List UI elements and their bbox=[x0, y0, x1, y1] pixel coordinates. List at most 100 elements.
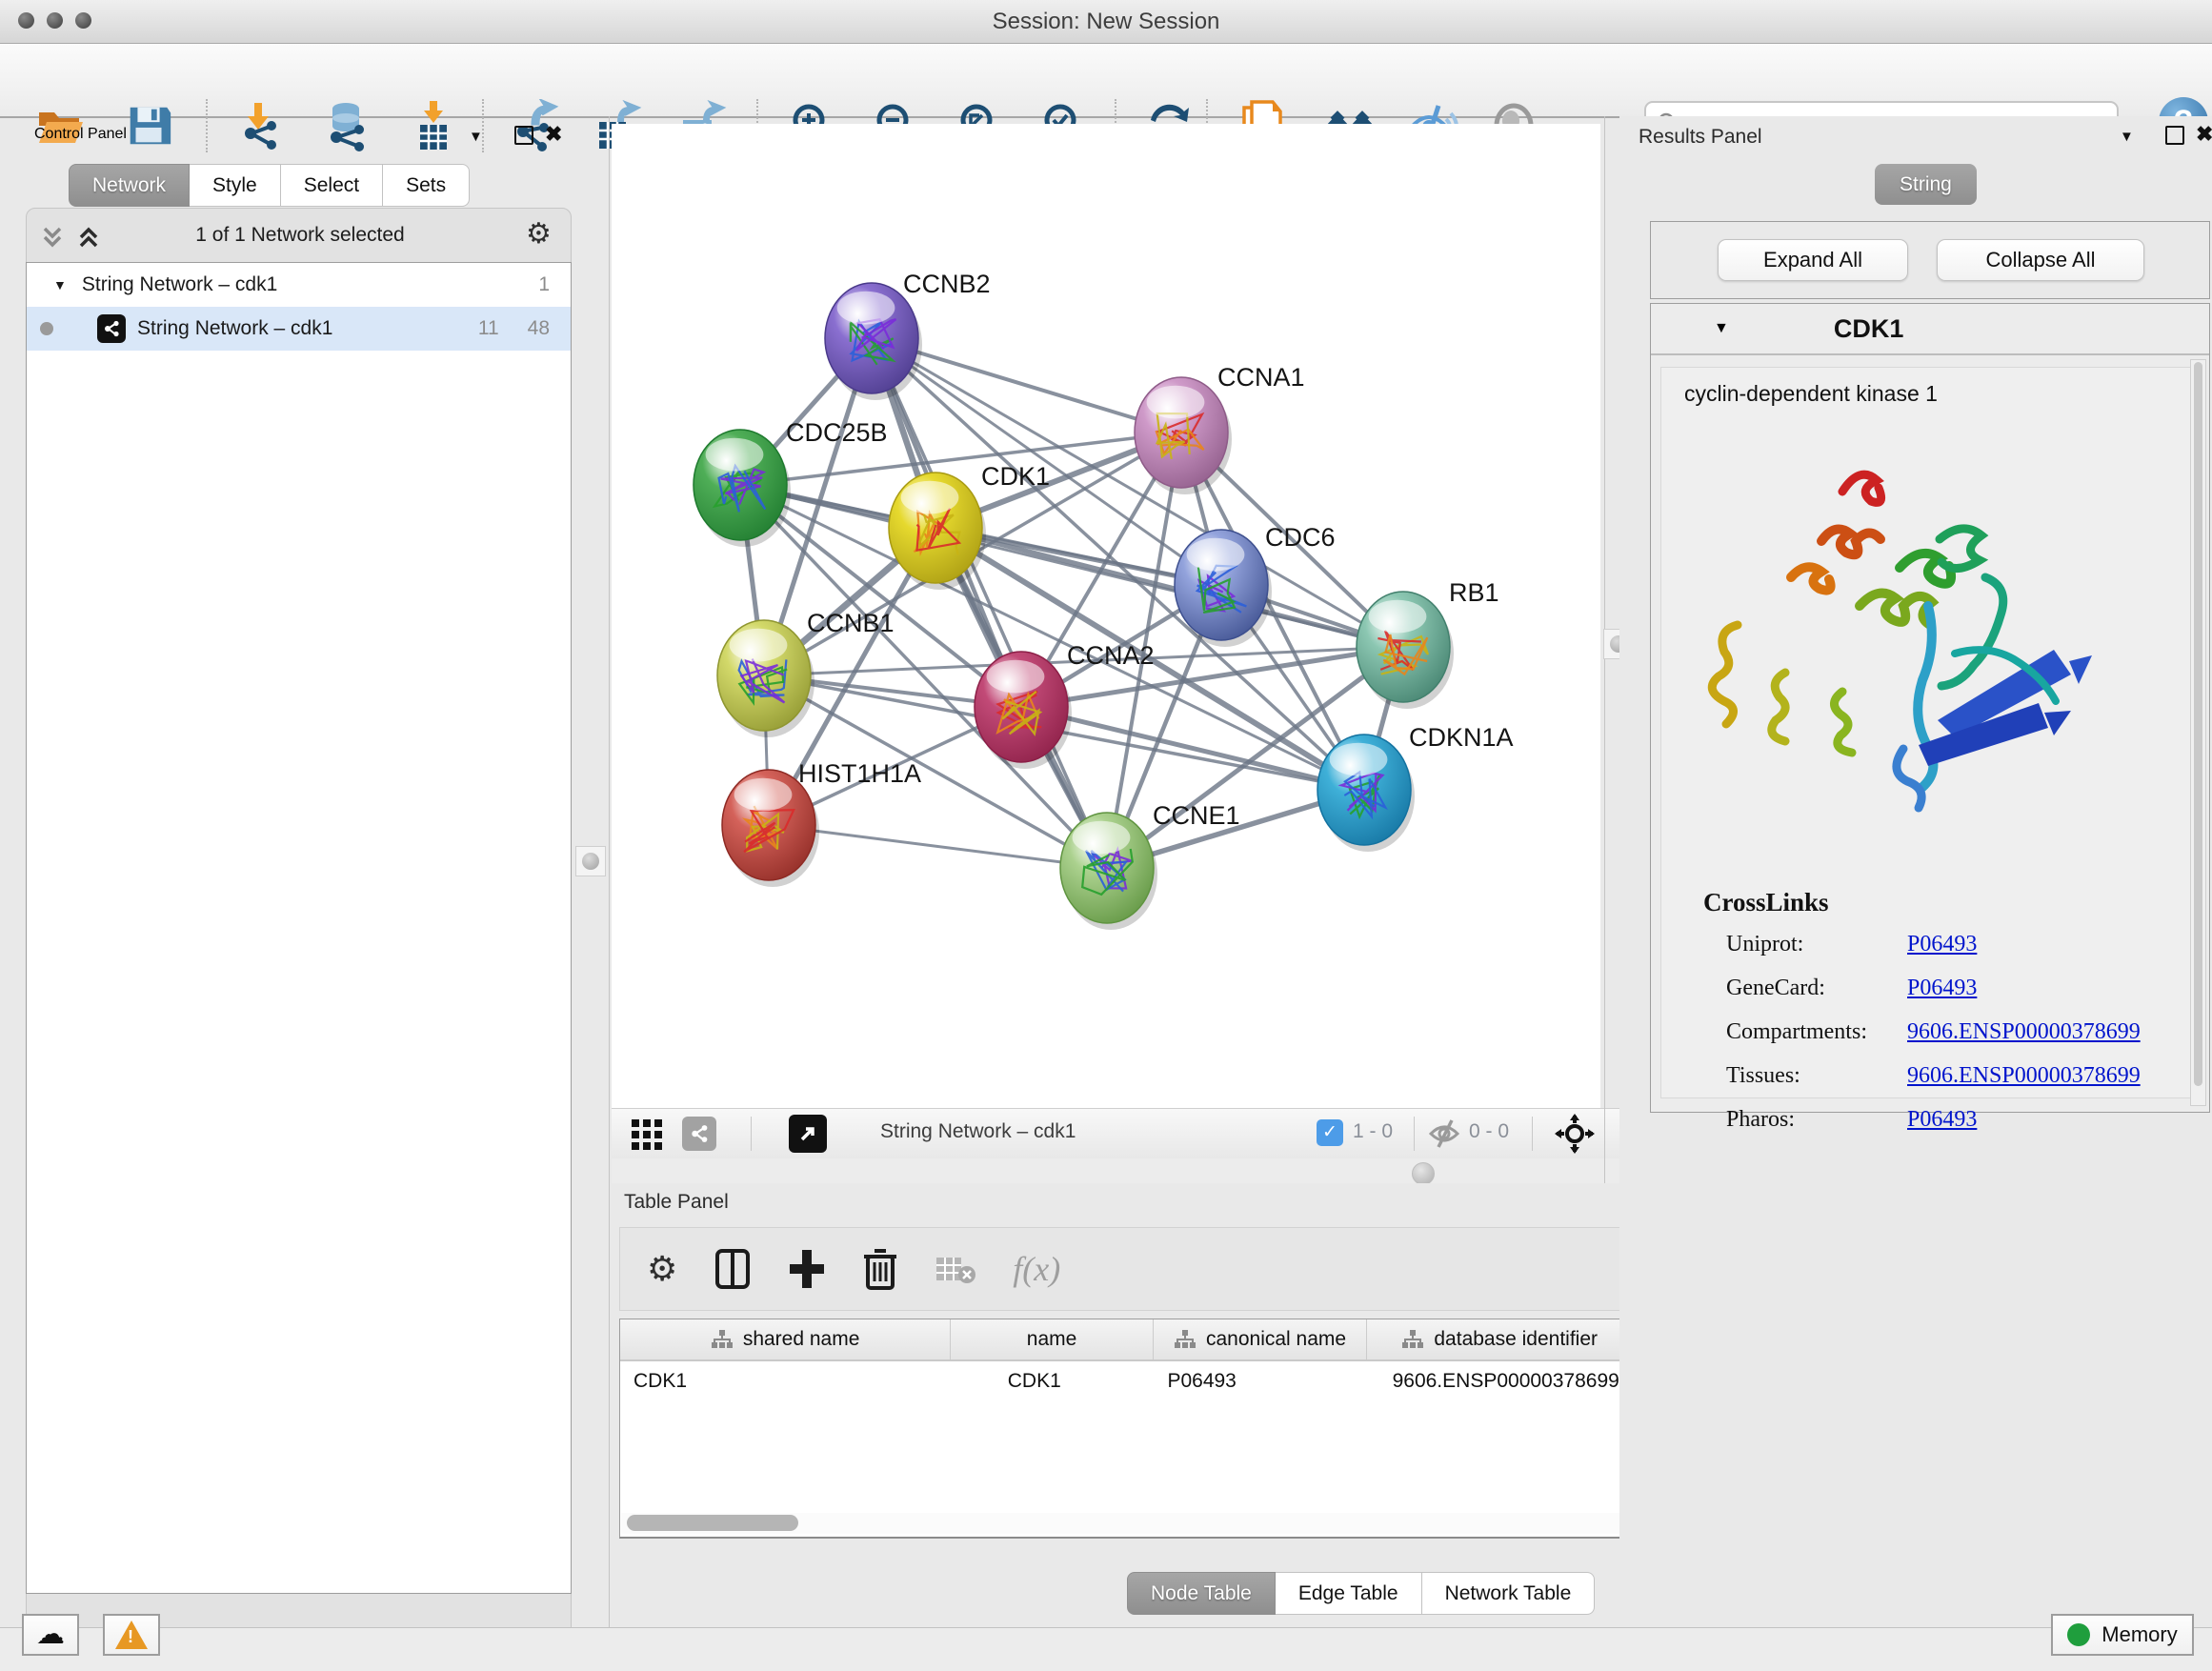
gene-expander-icon[interactable]: ▼ bbox=[1714, 320, 1729, 337]
main-toolbar: ? bbox=[0, 44, 2212, 118]
crosslink-label-pharos: Pharos: bbox=[1726, 1107, 1795, 1133]
fit-content-crosshair-icon[interactable] bbox=[1555, 1114, 1595, 1158]
expand-collapse-box: Expand All Collapse All bbox=[1650, 221, 2210, 299]
control-panel-collapse-icon[interactable]: ▼ bbox=[469, 129, 483, 145]
network-row-label: String Network – cdk1 bbox=[137, 317, 332, 340]
tree-expander-icon[interactable]: ▼ bbox=[53, 277, 67, 292]
title-bar: Session: New Session bbox=[0, 0, 2212, 44]
crosslink-label-genecard: GeneCard: bbox=[1726, 976, 1825, 1001]
cloud-status-button[interactable]: ☁ bbox=[22, 1614, 79, 1656]
open-in-browser-button[interactable] bbox=[789, 1115, 827, 1153]
network-node-CCNE1[interactable]: CCNE1 bbox=[1060, 801, 1240, 930]
delete-column-trash-icon[interactable] bbox=[862, 1247, 898, 1291]
string-network-graph[interactable]: CCNB2 CCNA1 CDC25BCDK1 CDC6 RB1 CCNB1 CCNA2 CDK… bbox=[612, 124, 1600, 1108]
edge-count: 48 bbox=[528, 317, 550, 340]
memory-button[interactable]: Memory bbox=[2051, 1614, 2194, 1656]
column-header-shared-name[interactable]: shared name bbox=[620, 1319, 951, 1359]
network-node-RB1[interactable]: RB1 bbox=[1357, 578, 1499, 709]
network-node-CDC6[interactable]: CDC6 bbox=[1175, 523, 1336, 647]
tab-node-table[interactable]: Node Table bbox=[1127, 1572, 1276, 1615]
network-selection-summary: 1 of 1 Network selected bbox=[143, 224, 457, 247]
network-node-CDKN1A[interactable]: CDKN1A bbox=[1317, 723, 1514, 852]
tab-sets[interactable]: Sets bbox=[383, 164, 470, 207]
scrollbar-thumb[interactable] bbox=[2194, 362, 2202, 1086]
cell-canonical-name: P06493 bbox=[1154, 1361, 1367, 1401]
tab-network-table[interactable]: Network Table bbox=[1422, 1572, 1596, 1615]
network-canvas[interactable]: CCNB2 CCNA1 CDC25BCDK1 CDC6 RB1 CCNB1 CCNA2 CDK… bbox=[612, 124, 1600, 1108]
tab-network[interactable]: Network bbox=[69, 164, 190, 207]
network-row-selected[interactable]: String Network – cdk1 11 48 bbox=[27, 307, 571, 351]
results-panel-collapse-icon[interactable]: ▼ bbox=[2120, 129, 2134, 145]
left-splitter-handle[interactable] bbox=[575, 846, 606, 876]
memory-status-dot bbox=[2067, 1623, 2090, 1646]
network-panel-gear-icon[interactable]: ⚙ bbox=[526, 217, 552, 251]
column-header-name[interactable]: name bbox=[951, 1319, 1154, 1359]
hidden-node-edge-counts: 0 - 0 bbox=[1469, 1120, 1509, 1143]
network-collection-row[interactable]: ▼ String Network – cdk1 1 bbox=[27, 263, 571, 307]
birdseye-grid-icon[interactable] bbox=[631, 1118, 663, 1156]
results-vertical-scrollbar[interactable] bbox=[2190, 359, 2206, 1106]
warning-status-button[interactable]: ! bbox=[103, 1614, 160, 1656]
table-panel-title: Table Panel bbox=[624, 1191, 729, 1213]
tab-string[interactable]: String bbox=[1875, 164, 1977, 205]
results-panel-close-icon[interactable]: ✖ bbox=[2196, 122, 2212, 147]
cell-shared-name: CDK1 bbox=[620, 1361, 951, 1401]
crosslink-tissues-link[interactable]: 9606.ENSP00000378699 bbox=[1907, 1063, 2141, 1089]
expand-all-networks-icon[interactable] bbox=[74, 223, 103, 256]
control-panel-title: Control Panel bbox=[34, 126, 127, 143]
network-share-icon-disabled bbox=[682, 1117, 716, 1151]
crosslink-compartments-link[interactable]: 9606.ENSP00000378699 bbox=[1907, 1019, 2141, 1045]
memory-label: Memory bbox=[2101, 1622, 2177, 1647]
expand-all-button[interactable]: Expand All bbox=[1718, 239, 1908, 281]
horizontal-splitter-handle[interactable] bbox=[1412, 1162, 1435, 1185]
cell-database-identifier: 9606.ENSP00000378699 bbox=[1368, 1361, 1634, 1401]
create-column-plus-icon[interactable] bbox=[788, 1248, 826, 1290]
collapse-all-button[interactable]: Collapse All bbox=[1937, 239, 2144, 281]
column-header-canonical-name[interactable]: canonical name bbox=[1154, 1319, 1367, 1359]
hidden-eye-slash-icon[interactable] bbox=[1427, 1117, 1461, 1155]
network-node-CCNB1[interactable]: CCNB1 bbox=[717, 609, 895, 737]
node-label-CCNE1: CCNE1 bbox=[1153, 801, 1240, 830]
control-panel-close-icon[interactable]: ✖ bbox=[545, 122, 562, 147]
crosslinks-title: CrossLinks bbox=[1703, 888, 1829, 917]
network-view-title: String Network – cdk1 bbox=[880, 1120, 1076, 1143]
scrollbar-thumb[interactable] bbox=[627, 1515, 798, 1531]
function-builder-icon-disabled: f(x) bbox=[1013, 1249, 1060, 1289]
results-panel-float-icon[interactable] bbox=[2165, 126, 2184, 145]
tab-select[interactable]: Select bbox=[281, 164, 383, 207]
crosslink-uniprot-link[interactable]: P06493 bbox=[1907, 932, 1977, 957]
gene-result-card: ▼ CDK1 cyclin-dependent kinase 1 bbox=[1650, 303, 2210, 1113]
node-label-CDC6: CDC6 bbox=[1265, 523, 1336, 552]
network-node-CDK1[interactable]: CDK1 bbox=[889, 462, 1050, 590]
node-label-CCNB1: CCNB1 bbox=[807, 609, 895, 637]
node-label-CDKN1A: CDKN1A bbox=[1409, 723, 1514, 752]
crosslink-pharos-link[interactable]: P06493 bbox=[1907, 1107, 1977, 1133]
collapse-all-networks-icon[interactable] bbox=[38, 223, 67, 256]
node-count: 11 bbox=[478, 317, 499, 340]
string-network-icon bbox=[97, 314, 126, 343]
control-panel: Control Panel ▼ ✖ Network Style Select S… bbox=[0, 116, 610, 1627]
table-gear-icon[interactable]: ⚙ bbox=[647, 1250, 677, 1289]
network-status-dot bbox=[40, 322, 53, 335]
node-label-CCNB2: CCNB2 bbox=[903, 270, 991, 298]
network-collection-label: String Network – cdk1 bbox=[82, 273, 277, 296]
network-node-CCNB2[interactable]: CCNB2 bbox=[825, 270, 991, 400]
tab-style[interactable]: Style bbox=[190, 164, 281, 207]
selected-checkbox[interactable]: ✓ bbox=[1317, 1119, 1343, 1146]
control-panel-float-icon[interactable] bbox=[514, 126, 533, 145]
left-splitter[interactable] bbox=[609, 116, 610, 1627]
node-label-CCNA1: CCNA1 bbox=[1217, 363, 1305, 392]
tab-edge-table[interactable]: Edge Table bbox=[1276, 1572, 1422, 1615]
gene-card-header[interactable]: ▼ CDK1 bbox=[1651, 304, 2209, 355]
network-node-HIST1H1A[interactable]: HIST1H1A bbox=[722, 759, 921, 887]
node-label-CCNA2: CCNA2 bbox=[1067, 641, 1155, 670]
column-header-database-identifier[interactable]: database identifier bbox=[1367, 1319, 1633, 1359]
network-node-CDC25B[interactable]: CDC25B bbox=[694, 418, 888, 547]
crosslink-genecard-link[interactable]: P06493 bbox=[1907, 976, 1977, 1001]
network-node-CCNA1[interactable]: CCNA1 bbox=[1135, 363, 1305, 494]
show-columns-icon[interactable] bbox=[714, 1248, 752, 1290]
cytoscape-window: Session: New Session bbox=[0, 0, 2212, 1671]
gene-description: cyclin-dependent kinase 1 bbox=[1684, 381, 1938, 407]
selected-node-edge-counts: 1 - 0 bbox=[1353, 1120, 1393, 1143]
cell-name: CDK1 bbox=[951, 1361, 1155, 1401]
